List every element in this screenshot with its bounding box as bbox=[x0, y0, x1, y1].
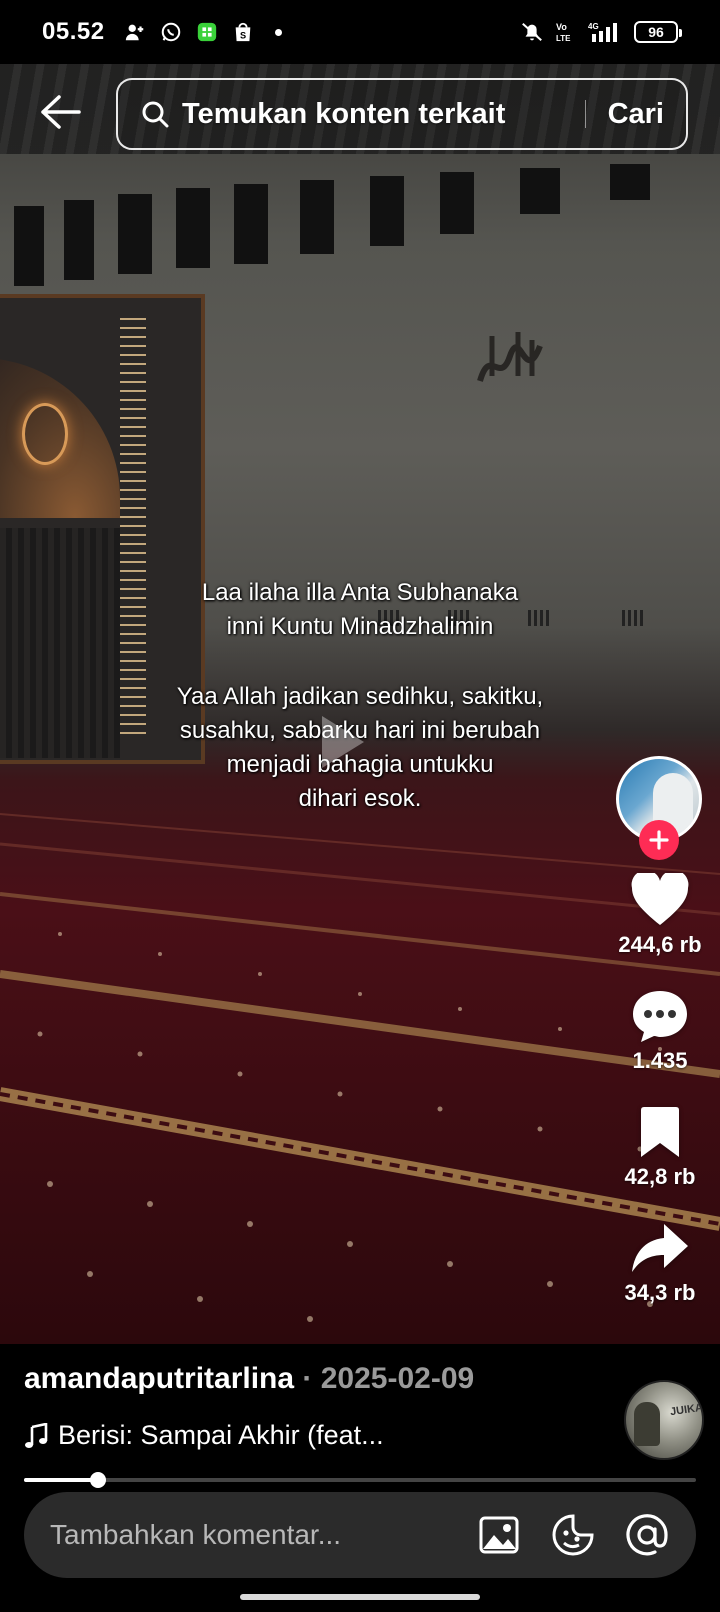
bookmark-icon bbox=[641, 1107, 679, 1157]
date-separator: · bbox=[294, 1362, 321, 1395]
progress-fill bbox=[24, 1478, 98, 1482]
status-system-icons: Vo LTE 4G 96 bbox=[520, 20, 682, 44]
status-bar: 05.52 S Vo LTE 4G 96 bbox=[0, 0, 720, 64]
music-disc-avatar[interactable]: JUIKA bbox=[624, 1380, 704, 1460]
arrow-left-icon bbox=[41, 95, 81, 129]
whatsapp-icon bbox=[159, 20, 183, 44]
comment-bar[interactable]: Tambahkan komentar... bbox=[24, 1492, 696, 1578]
video-wall-windows bbox=[0, 154, 720, 314]
notification-dot bbox=[274, 28, 282, 36]
music-line[interactable]: Berisi: Sampai Akhir (feat... bbox=[24, 1420, 384, 1451]
image-icon[interactable] bbox=[476, 1512, 522, 1558]
search-bar[interactable]: Temukan konten terkait Cari bbox=[116, 78, 688, 150]
follow-button[interactable] bbox=[639, 820, 679, 860]
svg-text:S: S bbox=[240, 30, 246, 40]
mute-icon bbox=[520, 20, 544, 44]
caption-line: Yaa Allah jadikan sedihku, sakitku, bbox=[176, 683, 544, 710]
music-title: Berisi: Sampai Akhir (feat... bbox=[58, 1420, 384, 1450]
shopee-icon: S bbox=[231, 20, 255, 44]
author-name[interactable]: amandaputritarlina bbox=[24, 1362, 294, 1395]
status-time: 05.52 bbox=[42, 18, 105, 45]
share-icon bbox=[632, 1224, 688, 1272]
emoji-icon[interactable] bbox=[550, 1512, 596, 1558]
share-count: 34,3 rb bbox=[624, 1280, 696, 1305]
caption-line: inni Kuntu Minadzhalimin bbox=[226, 613, 494, 640]
search-input[interactable]: Temukan konten terkait bbox=[182, 98, 563, 131]
volte-icon: Vo LTE bbox=[554, 20, 578, 44]
comment-icon bbox=[633, 991, 687, 1042]
post-info: amandaputritarlina · 2025-02-09 Berisi: … bbox=[0, 1344, 720, 1484]
battery-icon: 96 bbox=[634, 21, 682, 43]
signal-4g-icon: 4G bbox=[588, 20, 624, 44]
svg-text:LTE: LTE bbox=[556, 34, 571, 43]
home-indicator[interactable] bbox=[240, 1594, 480, 1600]
calligraphy-decoration bbox=[477, 332, 543, 382]
share-button[interactable]: 34,3 rb bbox=[610, 1220, 710, 1306]
search-icon bbox=[142, 101, 169, 128]
status-notification-icons: S bbox=[123, 20, 282, 44]
heart-icon bbox=[631, 873, 689, 925]
svg-text:4G: 4G bbox=[588, 22, 599, 31]
add-contact-icon bbox=[123, 20, 147, 44]
bookmark-button[interactable]: 42,8 rb bbox=[610, 1104, 710, 1190]
caption-line: Laa ilaha illa Anta Subhanaka bbox=[201, 579, 519, 606]
play-icon bbox=[322, 716, 364, 768]
save-count: 42,8 rb bbox=[624, 1164, 696, 1189]
post-date: 2025-02-09 bbox=[320, 1362, 475, 1395]
comment-input[interactable]: Tambahkan komentar... bbox=[50, 1519, 448, 1551]
like-button[interactable]: 244,6 rb bbox=[610, 872, 710, 958]
svg-text:Vo: Vo bbox=[556, 22, 567, 32]
caption-line: dihari esok. bbox=[298, 785, 422, 812]
comment-count: 1.435 bbox=[632, 1048, 688, 1073]
mention-icon[interactable] bbox=[624, 1512, 670, 1558]
plus-icon bbox=[649, 830, 669, 850]
author-line: amandaputritarlina · 2025-02-09 bbox=[24, 1362, 474, 1396]
calculator-app-icon bbox=[195, 20, 219, 44]
like-count: 244,6 rb bbox=[618, 932, 702, 957]
back-button[interactable] bbox=[36, 88, 84, 136]
music-note-icon bbox=[25, 1422, 48, 1448]
comment-button[interactable]: 1.435 bbox=[610, 988, 710, 1074]
video-progress-bar[interactable] bbox=[24, 1472, 696, 1488]
progress-thumb[interactable] bbox=[89, 1472, 106, 1488]
search-button[interactable]: Cari bbox=[608, 98, 664, 131]
search-divider bbox=[584, 100, 586, 128]
